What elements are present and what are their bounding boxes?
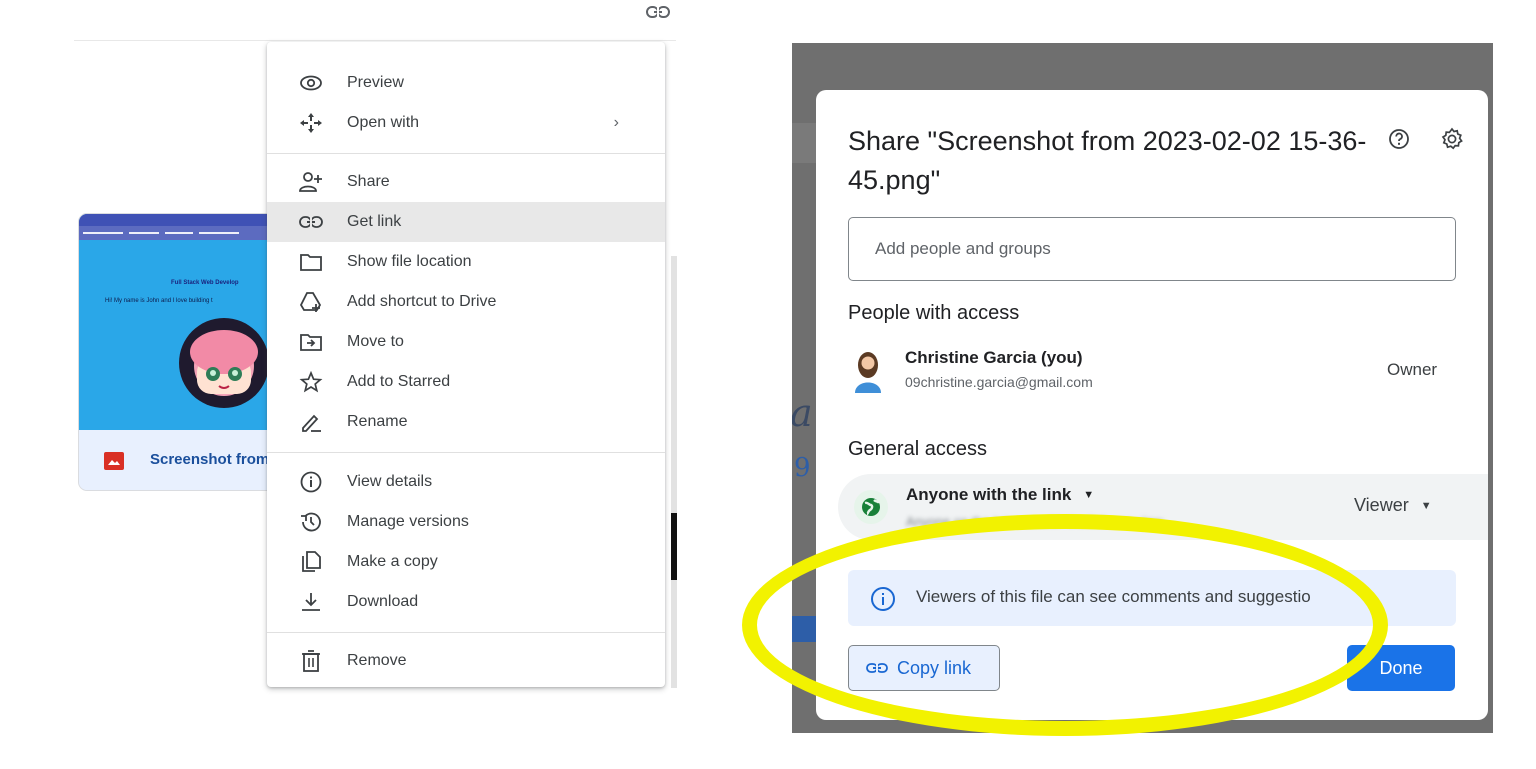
- scrollbar-thumb[interactable]: [671, 513, 677, 580]
- menu-item-get-link[interactable]: Get link: [267, 202, 665, 242]
- done-button[interactable]: Done: [1347, 645, 1455, 691]
- add-people-input[interactable]: [848, 217, 1456, 281]
- trash-icon: [299, 650, 323, 672]
- file-card[interactable]: Full Stack Web Develop Hi! My name is Jo…: [79, 214, 275, 490]
- info-icon: [299, 471, 323, 493]
- globe-icon: [854, 490, 888, 524]
- person-add-icon: [299, 171, 323, 193]
- general-access-description: Anyone on the internet with the link can…: [906, 514, 1163, 529]
- avatar: [852, 347, 884, 395]
- link-icon[interactable]: [645, 2, 671, 22]
- link-icon: [865, 658, 889, 678]
- menu-item-download[interactable]: Download: [267, 582, 665, 622]
- menu-item-add-shortcut[interactable]: Add shortcut to Drive: [267, 282, 665, 322]
- menu-item-share[interactable]: Share: [267, 162, 665, 202]
- menu-item-rename[interactable]: Rename: [267, 402, 665, 442]
- menu-item-remove[interactable]: Remove: [267, 641, 665, 681]
- history-icon: [299, 511, 323, 533]
- info-icon: [870, 586, 896, 612]
- menu-item-preview[interactable]: Preview: [267, 63, 665, 103]
- general-access-heading: General access: [848, 438, 987, 460]
- thumbnail-subtitle: Hi! My name is John and I love building …: [105, 298, 213, 304]
- menu-item-manage-versions[interactable]: Manage versions: [267, 502, 665, 542]
- download-icon: [299, 591, 323, 613]
- menu-item-add-to-starred[interactable]: Add to Starred: [267, 362, 665, 402]
- copy-link-button[interactable]: Copy link: [848, 645, 1000, 691]
- move-arrows-icon: [299, 112, 323, 134]
- menu-item-make-a-copy[interactable]: Make a copy: [267, 542, 665, 582]
- image-file-icon: [104, 452, 124, 470]
- copy-icon: [299, 551, 323, 573]
- chevron-right-icon: ›: [613, 114, 619, 131]
- scrollbar-track[interactable]: [671, 256, 677, 688]
- person-name: Christine Garcia (you): [905, 348, 1083, 367]
- share-dialog: Share "Screenshot from 2023-02-02 15-36-…: [816, 90, 1488, 720]
- folder-icon: [299, 251, 323, 273]
- dropdown-caret-icon: ▼: [1083, 489, 1095, 501]
- menu-divider: [267, 153, 665, 154]
- star-icon: [299, 370, 323, 393]
- general-access-dropdown[interactable]: Anyone with the link ▼: [906, 485, 1094, 505]
- help-icon[interactable]: [1388, 128, 1410, 150]
- file-name[interactable]: Screenshot from: [150, 451, 269, 468]
- owner-role-label: Owner: [1387, 360, 1438, 379]
- pencil-icon: [299, 411, 323, 433]
- menu-divider: [267, 632, 665, 633]
- move-to-folder-icon: [299, 331, 323, 353]
- menu-item-open-with[interactable]: Open with ›: [267, 103, 665, 143]
- header-divider: [74, 40, 676, 41]
- thumbnail-heading: Full Stack Web Develop: [171, 280, 239, 286]
- menu-item-show-file-location[interactable]: Show file location: [267, 242, 665, 282]
- link-icon: [299, 211, 323, 233]
- person-email: 09christine.garcia@gmail.com: [905, 374, 1093, 390]
- menu-item-move-to[interactable]: Move to: [267, 322, 665, 362]
- people-with-access-heading: People with access: [848, 302, 1020, 324]
- eye-icon: [299, 72, 323, 94]
- menu-item-view-details[interactable]: View details: [267, 462, 665, 502]
- menu-divider: [267, 452, 665, 453]
- info-banner-text: Viewers of this file can see comments an…: [916, 587, 1311, 606]
- gear-icon[interactable]: [1440, 127, 1464, 151]
- file-thumbnail: Full Stack Web Develop Hi! My name is Jo…: [79, 214, 275, 430]
- dialog-title: Share "Screenshot from 2023-02-02 15-36-…: [848, 126, 1367, 195]
- context-menu: Preview Open with › Share Get link Show …: [267, 42, 665, 687]
- drive-shortcut-icon: [299, 291, 323, 313]
- info-banner: Viewers of this file can see comments an…: [848, 570, 1456, 626]
- role-dropdown[interactable]: Viewer ▼: [1354, 495, 1432, 516]
- thumbnail-avatar: [179, 318, 269, 408]
- dropdown-caret-icon: ▼: [1420, 500, 1432, 512]
